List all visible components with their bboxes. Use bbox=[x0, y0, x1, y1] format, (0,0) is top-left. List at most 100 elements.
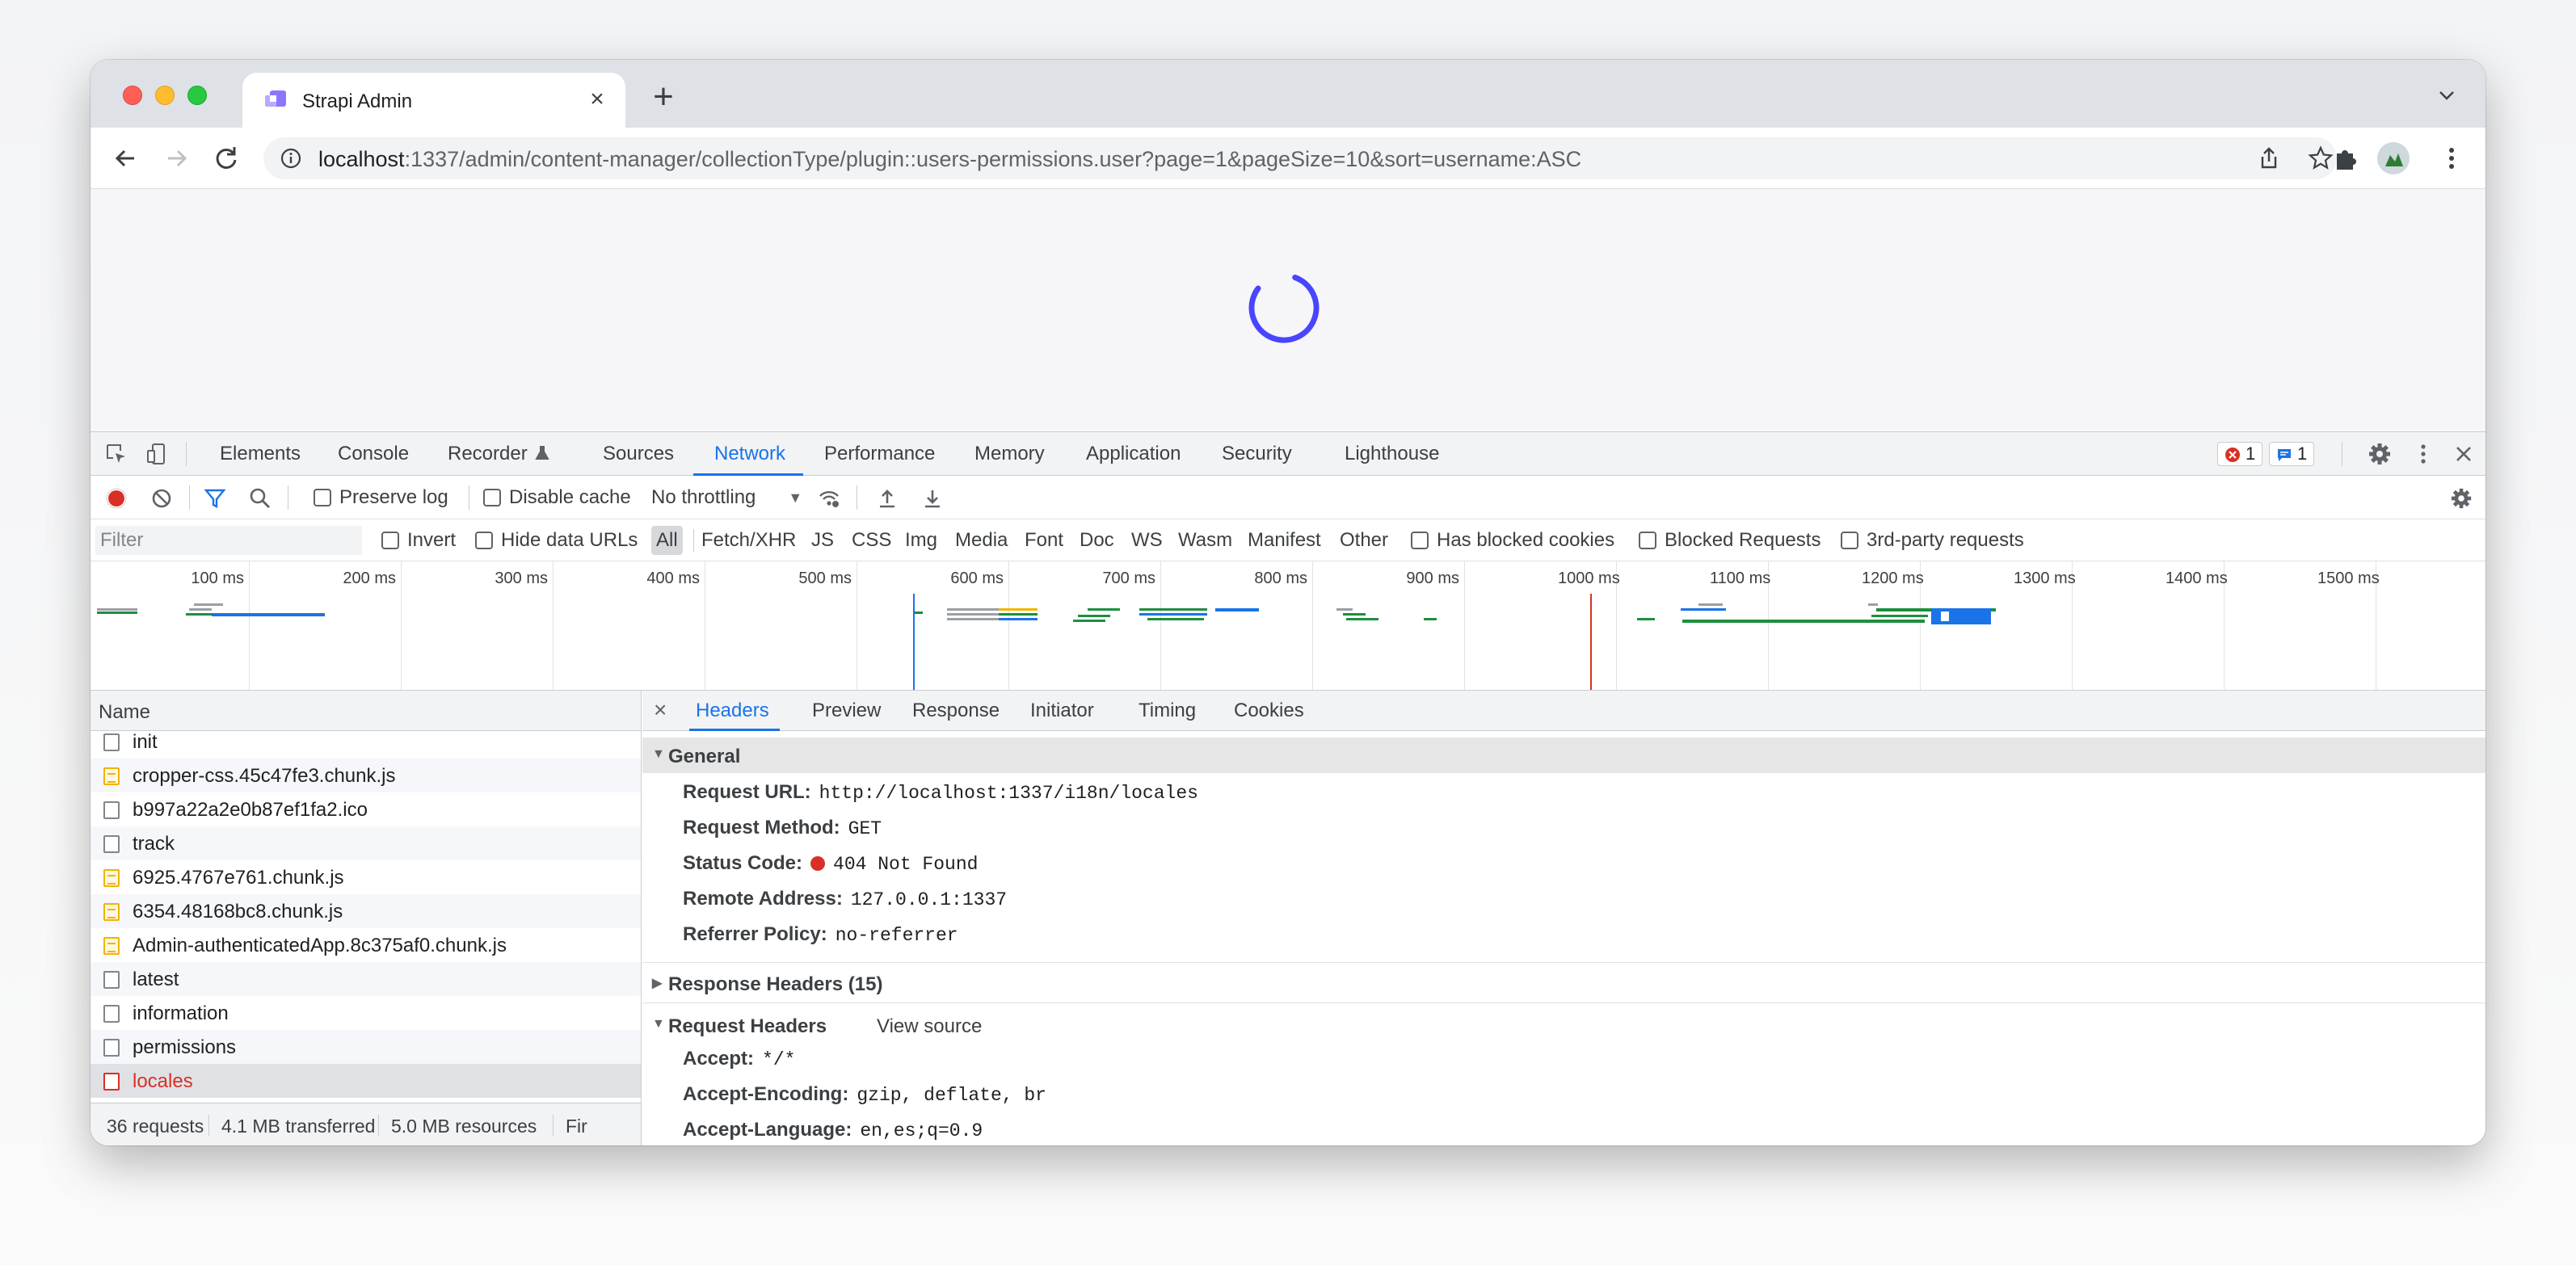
kebab-menu-icon[interactable] bbox=[2437, 144, 2466, 173]
share-icon[interactable] bbox=[2256, 145, 2282, 171]
address-bar[interactable]: localhost:1337/admin/content-manager/col… bbox=[263, 137, 2337, 179]
devtools-tab-lighthouse[interactable]: Lighthouse bbox=[1345, 432, 1439, 476]
filter-type-manifest[interactable]: Manifest bbox=[1248, 526, 1321, 555]
view-source-link[interactable]: View source bbox=[877, 1015, 982, 1038]
request-row[interactable]: information bbox=[90, 996, 641, 1030]
network-overview-timeline[interactable]: 100 ms 200 ms 300 ms 400 ms 500 ms 600 ms 700 … bbox=[90, 561, 2486, 691]
filter-type-other[interactable]: Other bbox=[1340, 526, 1388, 555]
site-info-icon[interactable] bbox=[280, 147, 302, 170]
export-har-download-icon[interactable] bbox=[921, 487, 944, 510]
filter-type-fetch-xhr[interactable]: Fetch/XHR bbox=[701, 526, 796, 555]
filter-bar: Invert Hide data URLs All Fetch/XHR JS C… bbox=[90, 519, 2486, 561]
load-event-marker bbox=[1590, 594, 1592, 690]
device-toolbar-icon[interactable] bbox=[145, 443, 168, 465]
request-headers-title: Request Headers bbox=[668, 1015, 827, 1037]
inspect-element-icon[interactable] bbox=[105, 443, 128, 465]
detail-tab-initiator[interactable]: Initiator bbox=[1030, 691, 1094, 731]
hide-data-urls-checkbox[interactable]: Hide data URLs bbox=[475, 519, 638, 561]
request-row[interactable]: permissions bbox=[90, 1030, 641, 1064]
has-blocked-cookies-checkbox[interactable]: Has blocked cookies bbox=[1411, 519, 1614, 561]
extensions-puzzle-icon[interactable] bbox=[2332, 144, 2361, 173]
new-tab-button[interactable]: + bbox=[645, 79, 682, 116]
filter-type-font[interactable]: Font bbox=[1025, 526, 1063, 555]
request-headers-section-header[interactable]: ▼ Request Headers View source bbox=[642, 1007, 2486, 1043]
request-row[interactable]: track bbox=[90, 826, 641, 860]
request-row[interactable]: 6925.4767e761.chunk.js bbox=[90, 860, 641, 894]
browser-tab-strapi-admin[interactable]: Strapi Admin × bbox=[242, 73, 625, 128]
devtools-tab-performance[interactable]: Performance bbox=[824, 432, 935, 476]
referrer-policy-label: Referrer Policy: bbox=[683, 923, 827, 945]
filter-type-js[interactable]: JS bbox=[811, 526, 834, 555]
devtools-tab-recorder[interactable]: Recorder bbox=[448, 432, 550, 476]
import-har-upload-icon[interactable] bbox=[876, 487, 899, 510]
devtools-tab-elements[interactable]: Elements bbox=[220, 432, 301, 476]
disable-cache-checkbox[interactable]: Disable cache bbox=[483, 476, 631, 519]
request-row[interactable]: latest bbox=[90, 962, 641, 996]
page-viewport bbox=[90, 189, 2486, 431]
chevron-down-icon[interactable] bbox=[2435, 84, 2458, 107]
devtools-tab-console[interactable]: Console bbox=[338, 432, 409, 476]
devtools-tab-security[interactable]: Security bbox=[1222, 432, 1292, 476]
request-name: permissions bbox=[133, 1036, 237, 1058]
detail-tab-response[interactable]: Response bbox=[912, 691, 1000, 731]
blocked-requests-checkbox[interactable]: Blocked Requests bbox=[1639, 519, 1820, 561]
detail-tab-cookies[interactable]: Cookies bbox=[1234, 691, 1304, 731]
search-icon[interactable] bbox=[249, 487, 271, 510]
record-stop-icon[interactable] bbox=[105, 487, 128, 510]
filter-type-media[interactable]: Media bbox=[955, 526, 1008, 555]
third-party-requests-checkbox[interactable]: 3rd-party requests bbox=[1841, 519, 2024, 561]
response-headers-title: Response Headers (15) bbox=[668, 973, 883, 995]
close-window-button[interactable] bbox=[123, 86, 142, 105]
request-row[interactable]: b997a22a2e0b87ef1fa2.ico bbox=[90, 792, 641, 826]
preserve-log-checkbox[interactable]: Preserve log bbox=[314, 476, 448, 519]
detail-tab-timing[interactable]: Timing bbox=[1139, 691, 1196, 731]
devtools-tab-sources[interactable]: Sources bbox=[603, 432, 674, 476]
response-headers-section-header[interactable]: ▶ Response Headers (15) bbox=[642, 965, 2486, 1001]
minimize-window-button[interactable] bbox=[155, 86, 175, 105]
request-row[interactable]: init bbox=[90, 725, 641, 759]
request-row[interactable]: Admin-authenticatedApp.8c375af0.chunk.js bbox=[90, 928, 641, 962]
waterfall-bar bbox=[1088, 608, 1120, 611]
close-devtools-icon[interactable] bbox=[2453, 443, 2474, 464]
filter-funnel-icon[interactable] bbox=[204, 487, 226, 510]
devtools-kebab-icon[interactable] bbox=[2411, 442, 2435, 466]
general-section-header[interactable]: ▼ General bbox=[642, 738, 2486, 773]
network-conditions-icon[interactable] bbox=[818, 487, 840, 510]
filter-type-ws[interactable]: WS bbox=[1131, 526, 1163, 555]
waterfall-bar bbox=[1931, 608, 1991, 624]
network-settings-gear-icon[interactable] bbox=[2450, 487, 2473, 510]
back-arrow-icon[interactable] bbox=[110, 142, 142, 174]
close-tab-icon[interactable]: × bbox=[583, 86, 611, 113]
filter-type-doc[interactable]: Doc bbox=[1080, 526, 1114, 555]
error-count-badge[interactable]: 1 bbox=[2217, 442, 2263, 466]
devtools-tab-application[interactable]: Application bbox=[1086, 432, 1181, 476]
has-blocked-cookies-label: Has blocked cookies bbox=[1437, 529, 1615, 551]
filter-type-wasm[interactable]: Wasm bbox=[1178, 526, 1232, 555]
bookmark-star-icon[interactable] bbox=[2308, 145, 2334, 171]
zoom-window-button[interactable] bbox=[187, 86, 207, 105]
request-row[interactable]: locales bbox=[90, 1064, 641, 1098]
filter-type-css[interactable]: CSS bbox=[852, 526, 891, 555]
filter-type-img[interactable]: Img bbox=[905, 526, 937, 555]
message-count-badge[interactable]: 1 bbox=[2269, 442, 2315, 466]
error-count: 1 bbox=[2246, 443, 2256, 464]
url-text[interactable]: localhost:1337/admin/content-manager/col… bbox=[318, 147, 1581, 172]
tab-title: Strapi Admin bbox=[302, 90, 413, 112]
devtools-tab-memory[interactable]: Memory bbox=[974, 432, 1045, 476]
invert-checkbox[interactable]: Invert bbox=[381, 519, 456, 561]
forward-arrow-icon[interactable] bbox=[160, 142, 192, 174]
clear-log-icon[interactable] bbox=[150, 487, 173, 510]
timeline-waterfall bbox=[97, 594, 1996, 690]
request-row[interactable]: 6354.48168bc8.chunk.js bbox=[90, 894, 641, 928]
request-row[interactable]: cropper-css.45c47fe3.chunk.js bbox=[90, 759, 641, 792]
filter-type-all[interactable]: All bbox=[651, 526, 683, 555]
settings-gear-icon[interactable] bbox=[2368, 442, 2392, 466]
filter-input[interactable] bbox=[95, 526, 362, 555]
devtools-tab-network[interactable]: Network bbox=[714, 432, 785, 476]
detail-tab-preview[interactable]: Preview bbox=[812, 691, 881, 731]
profile-avatar[interactable] bbox=[2377, 142, 2410, 174]
reload-icon[interactable] bbox=[210, 142, 242, 174]
close-detail-icon[interactable]: × bbox=[654, 691, 667, 731]
detail-tab-headers[interactable]: Headers bbox=[696, 691, 769, 731]
throttling-select[interactable]: No throttling ▼ bbox=[651, 476, 802, 519]
